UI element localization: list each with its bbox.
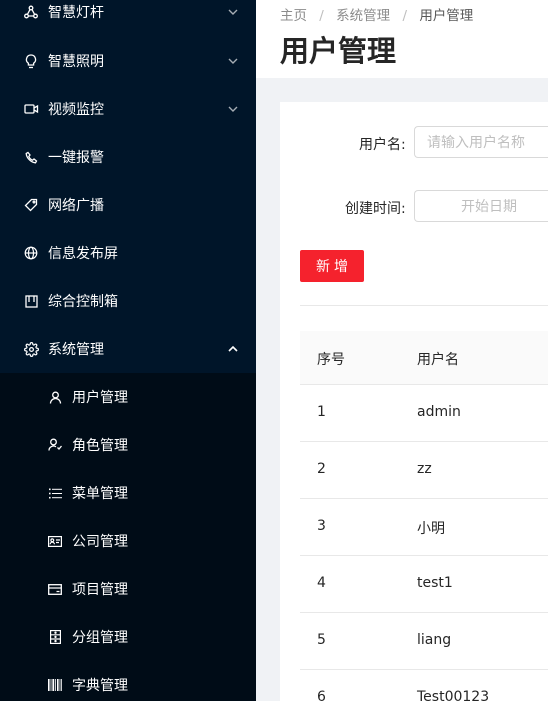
sidebar-item-label: 综合控制箱 <box>48 294 118 310</box>
start-date-placeholder: 开始日期 <box>461 199 517 215</box>
submenu-item-label: 用户管理 <box>72 390 128 406</box>
divider <box>300 305 548 306</box>
submenu-item-company[interactable]: 公司管理 <box>0 517 256 565</box>
cell-username: 小明 <box>417 521 445 537</box>
submenu-item-group[interactable]: 分组管理 <box>0 613 256 661</box>
table-row[interactable]: 2 zz <box>300 442 548 499</box>
cell-index: 1 <box>317 404 326 420</box>
cell-index: 3 <box>317 518 326 534</box>
table-row[interactable]: 4 test1 <box>300 556 548 613</box>
submenu-item-label: 公司管理 <box>72 534 128 550</box>
chevron-up-icon <box>228 344 238 354</box>
sidebar-item-label: 信息发布屏 <box>48 246 118 262</box>
table-row[interactable]: 1 admin <box>300 385 548 442</box>
username-input[interactable]: 请输入用户名称 <box>414 126 548 158</box>
cell-username: liang <box>417 632 452 648</box>
breadcrumb-home[interactable]: 主页 <box>280 8 307 24</box>
created-time-label: 创建时间: <box>345 201 406 217</box>
column-header-username: 用户名 <box>417 352 459 368</box>
barcode-icon <box>47 677 63 693</box>
cell-index: 5 <box>317 632 326 648</box>
sidebar-item-label: 一键报警 <box>48 150 104 166</box>
group-icon <box>47 629 63 645</box>
tag-icon <box>23 197 39 213</box>
credit-card-icon <box>47 581 63 597</box>
chevron-down-icon <box>228 7 238 17</box>
submenu-item-user[interactable]: 用户管理 <box>0 373 256 421</box>
gear-icon <box>23 341 39 357</box>
sidebar-item-video[interactable]: 视频监控 <box>0 85 256 133</box>
phone-icon <box>23 149 39 165</box>
id-card-icon <box>47 533 63 549</box>
column-header-index: 序号 <box>317 352 345 368</box>
cell-username: Test00123 <box>417 689 490 701</box>
chevron-down-icon <box>228 104 238 114</box>
submenu-item-menu[interactable]: 菜单管理 <box>0 469 256 517</box>
video-camera-icon <box>23 101 39 117</box>
user-icon <box>47 389 63 405</box>
bulb-icon <box>23 53 39 69</box>
cell-username: test1 <box>417 575 453 591</box>
submenu-item-label: 角色管理 <box>72 438 128 454</box>
node-icon <box>23 4 39 20</box>
submenu-item-label: 菜单管理 <box>72 486 128 502</box>
breadcrumb-current: 用户管理 <box>419 8 474 24</box>
cell-username: admin <box>417 404 461 420</box>
sidebar-item-info-screen[interactable]: 信息发布屏 <box>0 229 256 277</box>
submenu-item-label: 字典管理 <box>72 678 128 694</box>
table-row[interactable]: 6 Test00123 <box>300 670 548 701</box>
sidebar: 智慧灯杆 智慧照明 视频监控 一键报警 网络广播 信息发布屏 综合控制箱 系统管… <box>0 0 256 701</box>
sidebar-item-label: 网络广播 <box>48 198 104 214</box>
sidebar-item-smart-lighting[interactable]: 智慧照明 <box>0 37 256 85</box>
table-row[interactable]: 5 liang <box>300 613 548 670</box>
table-header: 序号 用户名 <box>300 331 548 385</box>
box-icon <box>23 293 39 309</box>
submenu-item-label: 分组管理 <box>72 630 128 646</box>
chevron-down-icon <box>228 56 238 66</box>
cell-index: 4 <box>317 575 326 591</box>
breadcrumb-separator: / <box>402 8 408 24</box>
start-date-input[interactable]: 开始日期 <box>414 190 548 222</box>
sidebar-item-broadcast[interactable]: 网络广播 <box>0 181 256 229</box>
content-card: 用户名: 请输入用户名称 创建时间: 开始日期 新增 序号 用户名 1 admi… <box>280 102 548 701</box>
cell-index: 2 <box>317 461 326 477</box>
list-icon <box>47 485 63 501</box>
globe-icon <box>23 245 39 261</box>
sidebar-item-smart-pole[interactable]: 智慧灯杆 <box>0 0 256 36</box>
sidebar-item-system[interactable]: 系统管理 <box>0 325 256 373</box>
page-title: 用户管理 <box>280 34 397 68</box>
sidebar-item-label: 智慧照明 <box>48 54 104 70</box>
breadcrumb-system[interactable]: 系统管理 <box>336 8 390 24</box>
cell-index: 6 <box>317 689 326 701</box>
username-placeholder: 请输入用户名称 <box>427 135 525 151</box>
breadcrumb-separator: / <box>319 8 324 24</box>
sidebar-item-label: 智慧灯杆 <box>48 5 104 21</box>
submenu-item-project[interactable]: 项目管理 <box>0 565 256 613</box>
sidebar-item-alarm[interactable]: 一键报警 <box>0 133 256 181</box>
cell-username: zz <box>417 461 432 477</box>
table-row[interactable]: 3 小明 <box>300 499 548 556</box>
sidebar-item-label: 系统管理 <box>48 342 104 358</box>
sidebar-item-control-box[interactable]: 综合控制箱 <box>0 277 256 325</box>
username-label: 用户名: <box>359 137 406 153</box>
role-icon <box>47 437 63 453</box>
page-header: 主页 / 系统管理 / 用户管理 用户管理 <box>256 0 548 78</box>
submenu-item-label: 项目管理 <box>72 582 128 598</box>
submenu-system: 用户管理 角色管理 菜单管理 公司管理 项目管理 分组管理 字典管理 <box>0 373 256 701</box>
add-button[interactable]: 新增 <box>300 250 364 282</box>
sidebar-item-label: 视频监控 <box>48 102 104 118</box>
submenu-item-role[interactable]: 角色管理 <box>0 421 256 469</box>
submenu-item-dictionary[interactable]: 字典管理 <box>0 661 256 701</box>
breadcrumb: 主页 / 系统管理 / 用户管理 <box>280 4 473 24</box>
